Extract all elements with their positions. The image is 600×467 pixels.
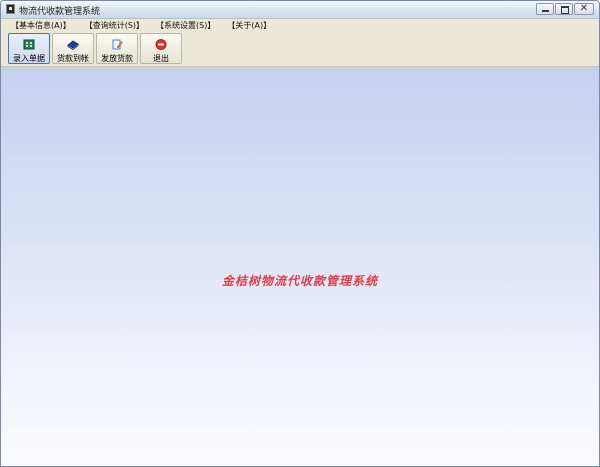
window-title: 物流代收款管理系统	[19, 7, 101, 17]
window-controls: ✕	[535, 3, 594, 15]
minimize-button[interactable]	[536, 3, 554, 15]
app-icon	[6, 4, 15, 14]
system-banner-title: 金桔树物流代收款管理系统	[221, 274, 378, 288]
menu-about[interactable]: 【关于(A)】	[225, 20, 273, 31]
maximize-button[interactable]	[555, 3, 573, 15]
minimize-icon	[542, 10, 549, 12]
menu-basic-info[interactable]: 【基本信息(A)】	[9, 20, 73, 31]
payment-arrived-button[interactable]: 货款到帐	[52, 33, 94, 64]
exit-button[interactable]: 退出	[140, 33, 182, 64]
entry-document-button[interactable]: 录入单据	[8, 33, 50, 64]
book-icon	[67, 40, 79, 50]
exit-icon	[155, 39, 167, 50]
entry-document-label: 录入单据	[13, 54, 45, 63]
menu-system-settings[interactable]: 【系统设置(S)】	[154, 20, 217, 31]
app-window: 物流代收款管理系统 ✕ 【基本信息(A)】 【查询统计(S)】 【系统设置(S)…	[0, 0, 600, 467]
document-edit-icon	[112, 39, 123, 50]
disburse-payment-label: 发放货款	[101, 54, 133, 63]
close-icon: ✕	[579, 3, 589, 14]
title-bar[interactable]: 物流代收款管理系统 ✕	[1, 1, 599, 19]
toolbar: 录入单据 货款到帐 发放货款 退出	[1, 32, 599, 67]
ledger-icon	[23, 39, 35, 50]
disburse-payment-button[interactable]: 发放货款	[96, 33, 138, 64]
main-workspace: 金桔树物流代收款管理系统	[1, 67, 599, 466]
menu-query-stats[interactable]: 【查询统计(S)】	[83, 20, 146, 31]
close-button[interactable]: ✕	[574, 3, 594, 15]
exit-label: 退出	[153, 54, 169, 63]
menu-bar: 【基本信息(A)】 【查询统计(S)】 【系统设置(S)】 【关于(A)】	[1, 19, 599, 32]
maximize-icon	[561, 6, 569, 14]
payment-arrived-label: 货款到帐	[57, 54, 89, 63]
